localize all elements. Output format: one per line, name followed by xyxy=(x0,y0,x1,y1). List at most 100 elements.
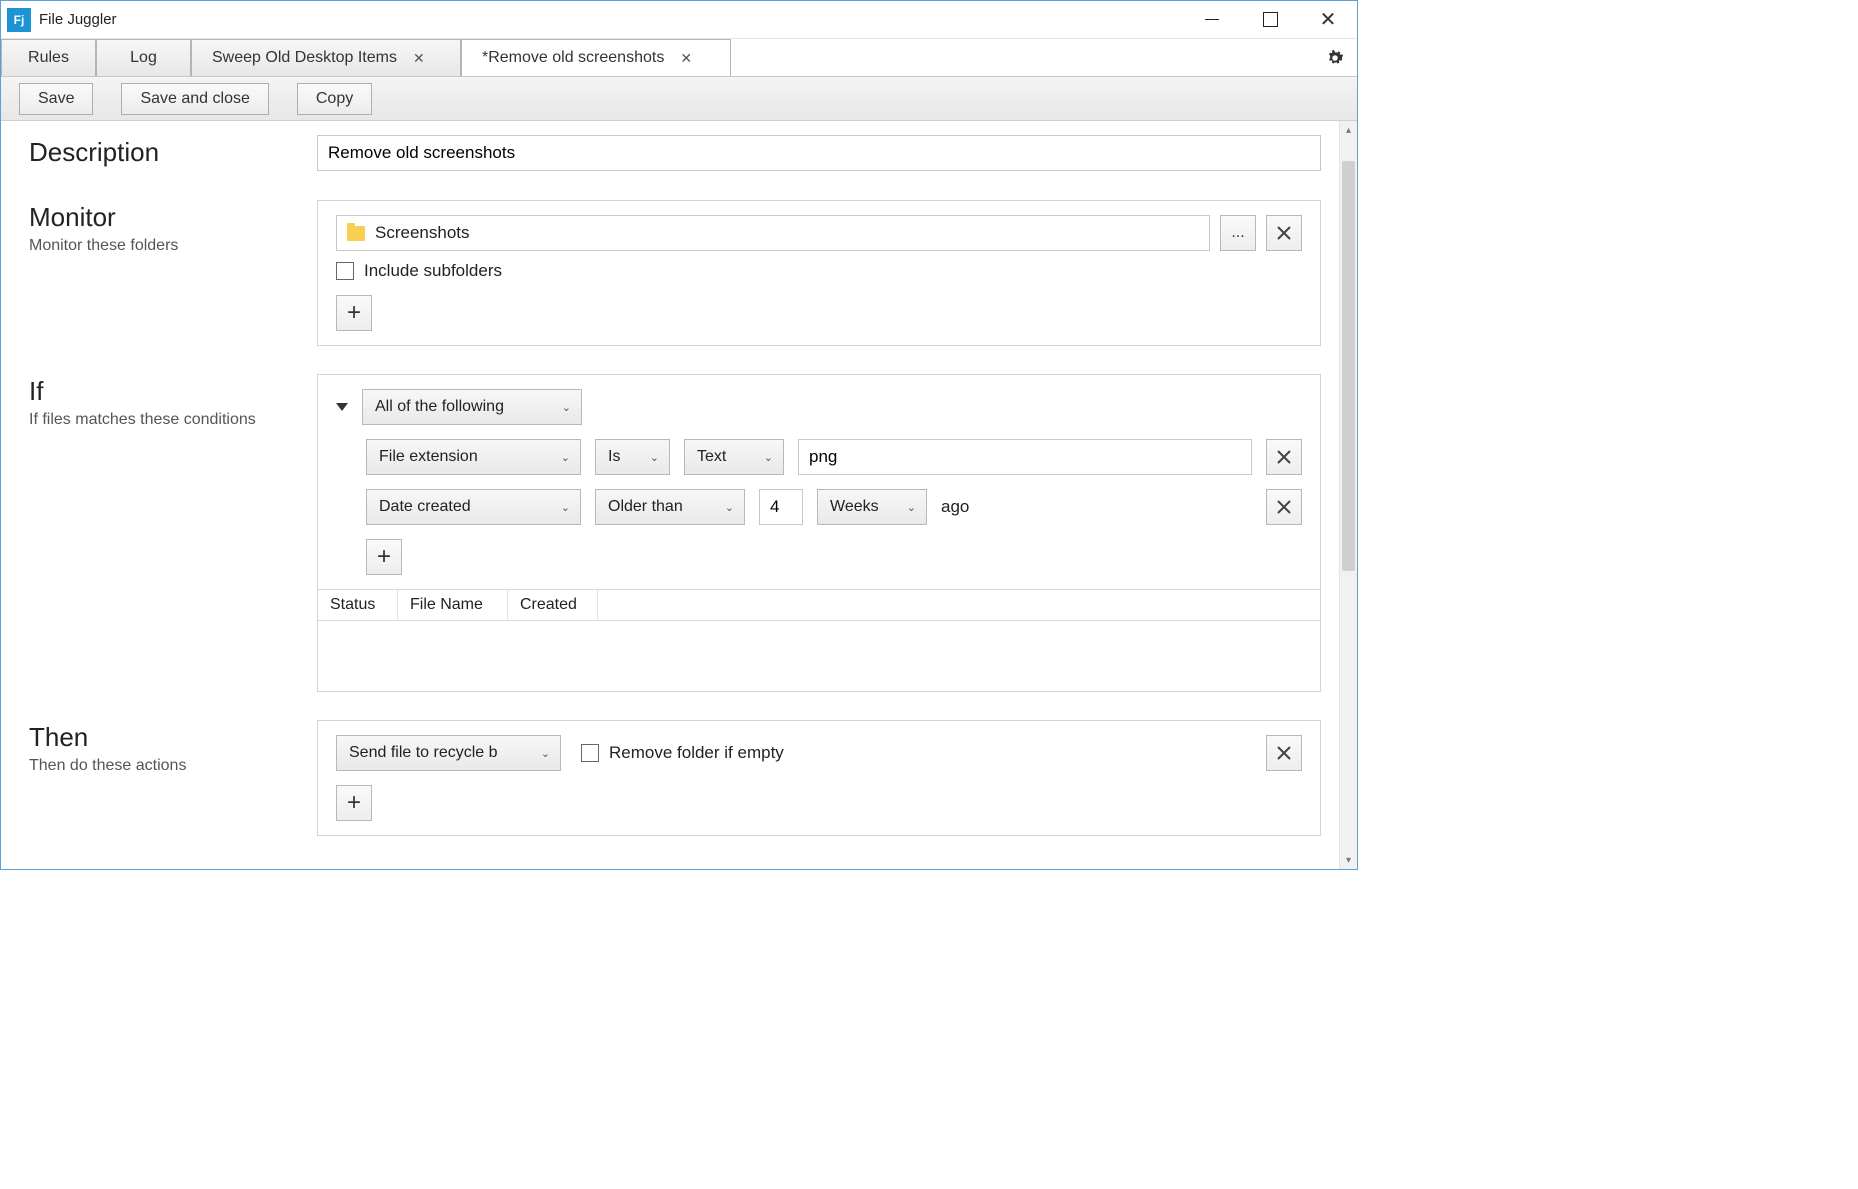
close-icon xyxy=(1276,499,1292,515)
folder-path-input[interactable]: Screenshots xyxy=(336,215,1210,251)
description-input[interactable] xyxy=(317,135,1321,171)
add-condition-button[interactable]: + xyxy=(366,539,402,575)
collapse-icon[interactable] xyxy=(336,403,348,411)
close-icon xyxy=(1276,449,1292,465)
remove-condition-button[interactable] xyxy=(1266,439,1302,475)
settings-button[interactable] xyxy=(1313,39,1357,76)
maximize-button[interactable] xyxy=(1241,1,1299,39)
remove-folder-button[interactable] xyxy=(1266,215,1302,251)
chevron-down-icon: ⌄ xyxy=(533,747,550,760)
if-label: If xyxy=(29,376,317,407)
tab-log[interactable]: Log xyxy=(96,39,191,76)
remove-folder-if-empty-row[interactable]: Remove folder if empty xyxy=(581,743,784,763)
action-dropdown[interactable]: Send file to recycle b ⌄ xyxy=(336,735,561,771)
save-button[interactable]: Save xyxy=(19,83,93,115)
condition-type-dropdown[interactable]: Text ⌄ xyxy=(684,439,784,475)
monitor-panel: Screenshots ... Include subfolders + xyxy=(317,200,1321,346)
chevron-down-icon: ⌄ xyxy=(642,451,659,464)
folder-name: Screenshots xyxy=(375,223,470,243)
remove-folder-checkbox[interactable] xyxy=(581,744,599,762)
description-label: Description xyxy=(29,137,317,168)
results-table-body xyxy=(336,621,1302,691)
column-created[interactable]: Created xyxy=(508,590,598,620)
condition-operator-dropdown[interactable]: Is ⌄ xyxy=(595,439,670,475)
section-if: If If files matches these conditions All… xyxy=(29,374,1321,692)
condition-attribute-dropdown[interactable]: File extension ⌄ xyxy=(366,439,581,475)
browse-folder-button[interactable]: ... xyxy=(1220,215,1256,251)
include-subfolders-row[interactable]: Include subfolders xyxy=(336,261,1302,281)
dropdown-value: Date created xyxy=(379,498,471,516)
dropdown-value: All of the following xyxy=(375,398,504,416)
chevron-down-icon: ⌄ xyxy=(756,451,773,464)
chevron-down-icon: ⌄ xyxy=(553,451,570,464)
section-monitor: Monitor Monitor these folders Screenshot… xyxy=(29,200,1321,346)
condition-unit-dropdown[interactable]: Weeks ⌄ xyxy=(817,489,927,525)
column-file-name[interactable]: File Name xyxy=(398,590,508,620)
gear-icon xyxy=(1324,47,1346,69)
dropdown-value: Older than xyxy=(608,498,683,516)
section-description: Description xyxy=(29,135,1321,172)
condition-row-2: Date created ⌄ Older than⌄ Weeks ⌄ ago xyxy=(336,489,1302,525)
remove-folder-label: Remove folder if empty xyxy=(609,743,784,763)
tab-close-icon[interactable]: ✕ xyxy=(413,50,425,67)
tab-close-icon[interactable]: ✕ xyxy=(680,50,692,67)
results-table-header: Status File Name Created xyxy=(318,589,1320,621)
then-panel: Send file to recycle b ⌄ Remove folder if… xyxy=(317,720,1321,836)
tab-label: Sweep Old Desktop Items xyxy=(212,49,397,67)
vertical-scrollbar[interactable]: ▴ ▾ xyxy=(1339,121,1357,869)
app-icon: Fj xyxy=(7,8,31,32)
dropdown-value: Weeks xyxy=(830,498,879,516)
titlebar: Fj File Juggler ✕ xyxy=(1,1,1357,39)
condition-number-input[interactable] xyxy=(759,489,803,525)
dropdown-value: File extension xyxy=(379,448,478,466)
add-action-button[interactable]: + xyxy=(336,785,372,821)
tab-rules[interactable]: Rules xyxy=(1,39,96,76)
chevron-down-icon: ⌄ xyxy=(899,501,916,514)
folder-icon xyxy=(347,226,365,241)
close-icon xyxy=(1276,225,1292,241)
scroll-down-icon[interactable]: ▾ xyxy=(1340,851,1357,869)
then-sublabel: Then do these actions xyxy=(29,757,317,775)
content-area: Description Monitor Monitor these folder… xyxy=(1,121,1357,869)
app-title: File Juggler xyxy=(39,11,117,28)
close-window-button[interactable]: ✕ xyxy=(1299,1,1357,39)
dropdown-value: Text xyxy=(697,448,726,466)
close-icon xyxy=(1276,745,1292,761)
if-panel: All of the following ⌄ File extension ⌄ I… xyxy=(317,374,1321,692)
monitor-sublabel: Monitor these folders xyxy=(29,237,317,255)
tab-label: *Remove old screenshots xyxy=(482,49,664,67)
dropdown-value: Send file to recycle b xyxy=(349,744,498,762)
include-subfolders-checkbox[interactable] xyxy=(336,262,354,280)
tab-remove-old-screenshots[interactable]: *Remove old screenshots ✕ xyxy=(461,39,731,76)
app-window: Fj File Juggler ✕ Rules Log Sweep Old De… xyxy=(0,0,1358,870)
chevron-down-icon: ⌄ xyxy=(553,501,570,514)
condition-mode-dropdown[interactable]: All of the following ⌄ xyxy=(362,389,582,425)
main-panel: Description Monitor Monitor these folder… xyxy=(1,121,1339,869)
save-and-close-button[interactable]: Save and close xyxy=(121,83,268,115)
column-status[interactable]: Status xyxy=(318,590,398,620)
condition-suffix-label: ago xyxy=(941,497,969,517)
remove-condition-button[interactable] xyxy=(1266,489,1302,525)
monitor-label: Monitor xyxy=(29,202,317,233)
tabs-row: Rules Log Sweep Old Desktop Items ✕ *Rem… xyxy=(1,39,1357,77)
tab-label: Rules xyxy=(28,49,69,67)
toolbar: Save Save and close Copy xyxy=(1,77,1357,121)
then-label: Then xyxy=(29,722,317,753)
scroll-up-icon[interactable]: ▴ xyxy=(1340,121,1357,139)
condition-operator-dropdown[interactable]: Older than⌄ xyxy=(595,489,745,525)
include-subfolders-label: Include subfolders xyxy=(364,261,502,281)
tab-sweep-old-desktop[interactable]: Sweep Old Desktop Items ✕ xyxy=(191,39,461,76)
minimize-button[interactable] xyxy=(1183,1,1241,39)
tab-label: Log xyxy=(130,49,157,67)
if-sublabel: If files matches these conditions xyxy=(29,411,317,429)
remove-action-button[interactable] xyxy=(1266,735,1302,771)
condition-value-input[interactable] xyxy=(798,439,1252,475)
copy-button[interactable]: Copy xyxy=(297,83,372,115)
scrollbar-thumb[interactable] xyxy=(1342,161,1355,571)
condition-row-1: File extension ⌄ Is ⌄ Text ⌄ xyxy=(336,439,1302,475)
chevron-down-icon: ⌄ xyxy=(554,401,571,414)
dropdown-value: Is xyxy=(608,448,620,466)
add-folder-button[interactable]: + xyxy=(336,295,372,331)
condition-attribute-dropdown[interactable]: Date created ⌄ xyxy=(366,489,581,525)
section-then: Then Then do these actions Send file to … xyxy=(29,720,1321,836)
